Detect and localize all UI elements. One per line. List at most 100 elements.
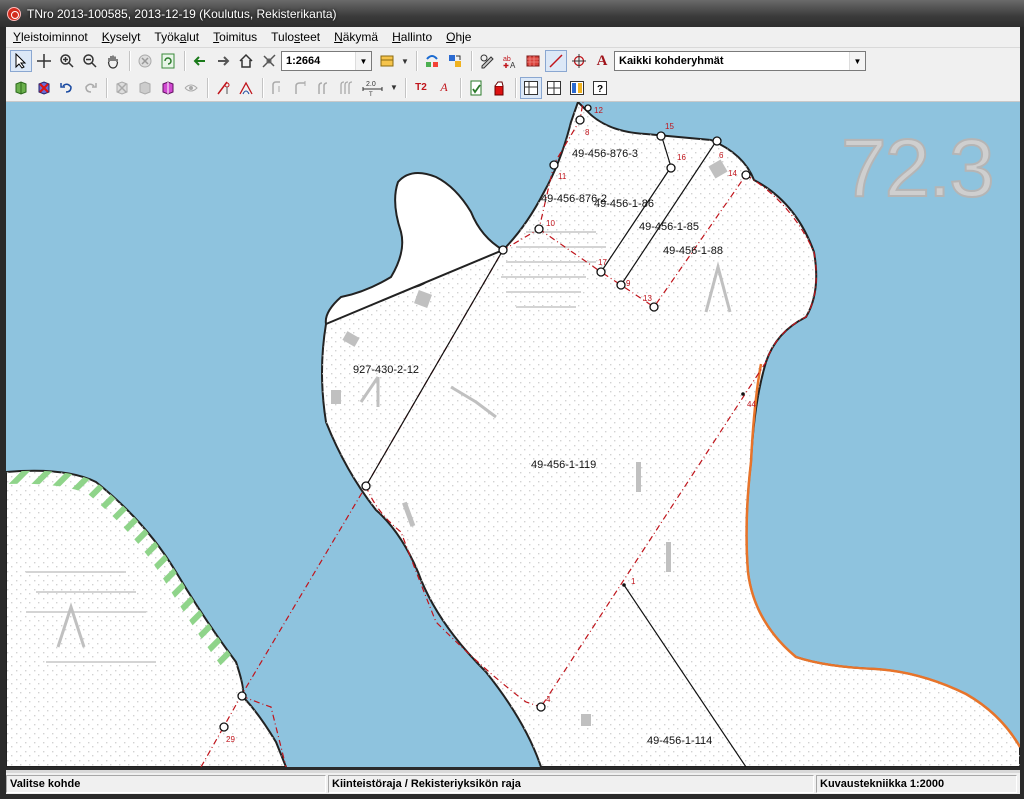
draw-line-icon[interactable] [545, 50, 567, 72]
parallel-lines-icon[interactable] [336, 77, 358, 99]
menu-item[interactable]: Näkymä [327, 30, 385, 44]
toolbar-separator [129, 51, 130, 71]
edit-feature-icon[interactable] [476, 50, 498, 72]
point-number-label: 11 [558, 172, 567, 181]
area-fill-icon[interactable] [522, 50, 544, 72]
toolbar-separator [405, 77, 406, 98]
toolbar-main: 1:2664 ▼ ▼ ab A A Kaikki kohderyhmät ▼ [6, 48, 1020, 74]
pan-hand-icon[interactable] [102, 50, 124, 72]
refresh-icon[interactable] [157, 50, 179, 72]
menu-item-label: oimitus [219, 30, 258, 44]
back-arrow-icon[interactable] [189, 50, 211, 72]
text-edit-tool-icon[interactable]: T2 [410, 77, 432, 99]
undo-icon[interactable] [56, 77, 78, 99]
split-line-icon[interactable] [267, 77, 289, 99]
menu-item-label: allinto [400, 30, 433, 44]
menu-item-label: hje [455, 30, 472, 44]
scale-value: 1:2664 [286, 55, 321, 67]
shape-color-icon[interactable] [157, 77, 179, 99]
redo-icon[interactable] [79, 77, 101, 99]
delete-object-icon[interactable] [33, 77, 55, 99]
menu-item-label: Tulo [271, 30, 295, 44]
home-icon[interactable] [235, 50, 257, 72]
parcel-label[interactable]: 49-456-1-86 [594, 198, 654, 210]
chevron-down-icon[interactable]: ▼ [355, 52, 371, 70]
toolbar-separator [460, 77, 461, 98]
point-number-label: 29 [226, 735, 235, 744]
menu-item[interactable]: Toimitus [206, 30, 264, 44]
copy-object-icon[interactable] [134, 77, 156, 99]
layer-style-icon[interactable] [376, 50, 398, 72]
eye-icon[interactable] [180, 77, 202, 99]
parcel-label[interactable]: 49-456-1-114 [647, 735, 712, 747]
window-layout-1-icon[interactable] [520, 76, 542, 99]
app-icon[interactable] [7, 6, 21, 21]
menu-item-label: lut [186, 30, 200, 44]
scale-dropdown[interactable]: 1:2664 ▼ [281, 51, 372, 71]
layer-filter-dropdown[interactable]: Kaikki kohderyhmät ▼ [614, 51, 866, 71]
zoom-out-icon[interactable] [79, 50, 101, 72]
toolbar-edit: 2.0 T ▼ T2 A ? [6, 74, 1020, 102]
point-number-label: 16 [677, 153, 686, 162]
point-number-label: 8 [585, 128, 590, 137]
point-number-label: 14 [728, 169, 737, 178]
toolbar-separator [515, 77, 516, 98]
target-point-icon[interactable] [568, 50, 590, 72]
window-layout-3-icon[interactable] [566, 77, 588, 99]
parcel-label[interactable]: 49-456-1-88 [663, 245, 723, 257]
menu-bar: Yleistoiminnot Kyselyt Työkalut Toimitus Tul… [6, 27, 1020, 48]
dimension-dropdown-icon[interactable]: ▼ [388, 77, 400, 99]
point-number-label: 17 [598, 258, 607, 267]
map-sheet-number: 72.3 [840, 122, 996, 215]
status-pane-left: Valitse kohde [6, 774, 326, 793]
toolbar-separator [184, 51, 185, 71]
join-line-icon[interactable] [290, 77, 312, 99]
eraser-icon[interactable] [488, 77, 510, 99]
menu-item-accesskey: Y [13, 30, 22, 44]
stop-icon[interactable] [134, 50, 156, 72]
cut-object-icon[interactable] [111, 77, 133, 99]
offset-line-icon[interactable] [313, 77, 335, 99]
menu-item[interactable]: Työkalut [147, 30, 206, 44]
layer-style-dropdown-icon[interactable]: ▼ [399, 50, 411, 72]
text-rotate-tool-icon[interactable]: A [433, 77, 455, 99]
title-bar: TNro 2013-100585, 2013-12-19 (Koulutus, … [0, 0, 1024, 27]
crosshair-icon[interactable] [33, 50, 55, 72]
measure-line-icon[interactable] [212, 77, 234, 99]
status-right-text: Kuvaustekniikka 1:2000 [820, 777, 945, 790]
menu-item[interactable]: Yleistoiminnot [6, 30, 95, 44]
select-arrow-icon[interactable] [10, 50, 32, 72]
add-text-icon[interactable]: ab A [499, 50, 521, 72]
transfer-layers-icon[interactable] [444, 50, 466, 72]
parcel-label[interactable]: 49-456-1-85 [639, 221, 699, 233]
zoom-in-icon[interactable] [56, 50, 78, 72]
menu-item-label: äkymä [342, 30, 379, 44]
swap-layers-icon[interactable] [421, 50, 443, 72]
zoom-extent-icon[interactable] [258, 50, 280, 72]
svg-text:A: A [510, 61, 516, 69]
help-icon[interactable]: ? [589, 77, 611, 99]
point-number-label: 4 [546, 695, 551, 704]
window-layout-2-icon[interactable] [543, 77, 565, 99]
menu-item[interactable]: Hallinto [385, 30, 439, 44]
parcel-label[interactable]: 927-430-2-12 [353, 364, 419, 376]
menu-item[interactable]: Kyselyt [95, 30, 148, 44]
document-check-icon[interactable] [465, 77, 487, 99]
menu-item-label: Työk [154, 30, 180, 44]
layer-filter-value: Kaikki kohderyhmät [619, 55, 724, 67]
forward-arrow-icon[interactable] [212, 50, 234, 72]
text-tool-icon[interactable]: A [591, 50, 613, 72]
menu-item[interactable]: Tulosteet [264, 30, 327, 44]
svg-text:T: T [369, 92, 373, 97]
dimension-tool-icon[interactable]: 2.0 T [359, 77, 387, 99]
point-number-label: 1 [631, 577, 636, 586]
chevron-down-icon[interactable]: ▼ [849, 52, 865, 70]
menu-item[interactable]: Ohje [439, 30, 478, 44]
add-object-icon[interactable] [10, 77, 32, 99]
point-number-label: 9 [626, 279, 631, 288]
svg-text:2.0: 2.0 [366, 81, 376, 88]
parcel-label[interactable]: 49-456-1-119 [531, 459, 596, 471]
angle-tool-icon[interactable] [235, 77, 257, 99]
parcel-label[interactable]: 49-456-876-3 [572, 148, 638, 160]
map-canvas[interactable]: 72.3 49-456-876-3 49-456-876-2 49-456-1-… [6, 102, 1020, 767]
